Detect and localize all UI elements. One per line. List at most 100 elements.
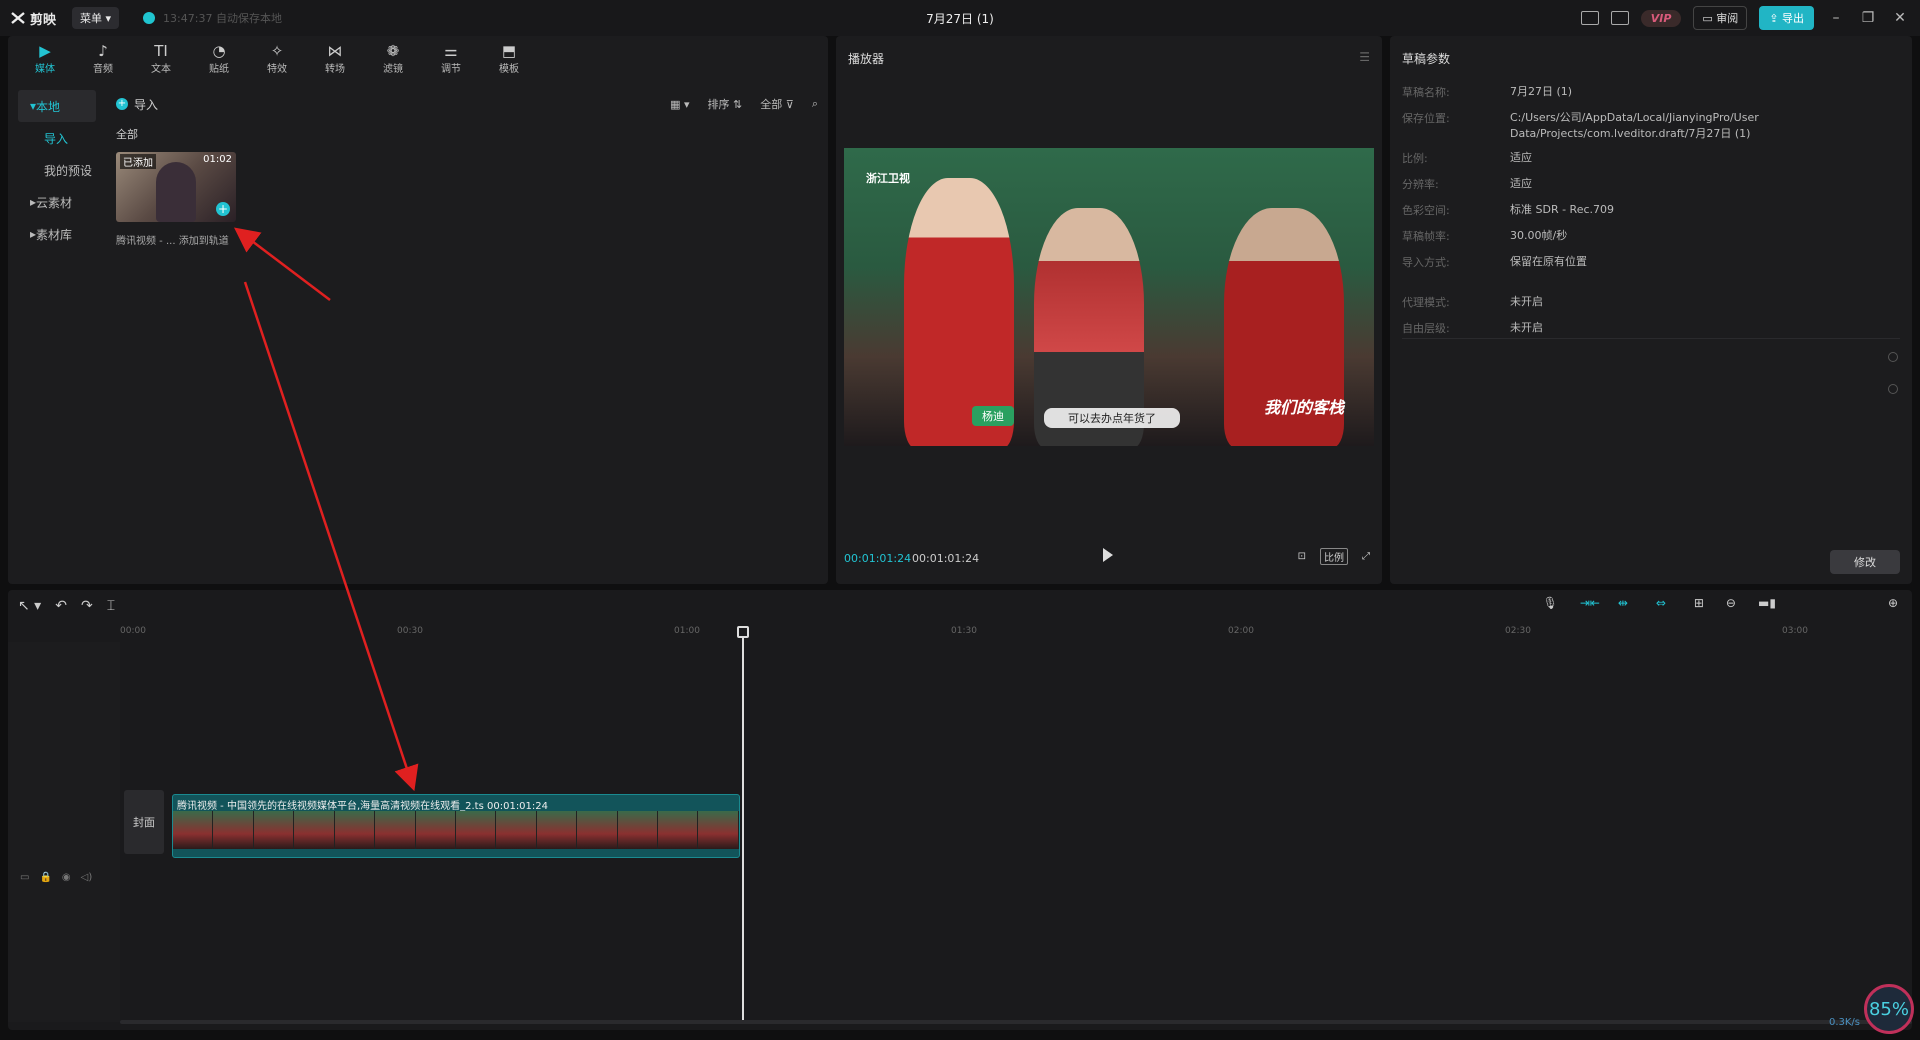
text-icon: TI <box>154 41 168 60</box>
shortcut-icon[interactable] <box>1580 11 1599 25</box>
adjust-icon: ⚌ <box>444 41 458 60</box>
channel-logo: 浙江卫视 <box>866 172 910 185</box>
undo-icon[interactable]: ↶ <box>55 598 67 614</box>
tool-tab-5[interactable]: ⋈ 转场 <box>308 42 362 75</box>
tool-tab-0[interactable]: ▶ 媒体 <box>18 42 72 75</box>
info-icon[interactable] <box>1888 384 1898 394</box>
sort-button[interactable]: 排序 ⇅ <box>708 96 743 112</box>
performance-widget: 85% <box>1864 984 1914 1034</box>
prop-value: C:/Users/公司/AppData/Local/JianyingPro/Us… <box>1510 111 1759 140</box>
review-button[interactable]: ▭ 审阅 <box>1693 6 1748 30</box>
menu-icon[interactable]: ☰ <box>1359 50 1370 64</box>
zoom-out-icon[interactable]: ⊖ <box>1726 596 1736 610</box>
prop-value: 30.00帧/秒 <box>1510 229 1568 242</box>
clip-frame <box>698 811 739 849</box>
restore-icon[interactable]: ❐ <box>1858 10 1878 26</box>
prop-value: 标准 SDR - Rec.709 <box>1510 203 1615 216</box>
playhead-handle[interactable] <box>737 626 749 638</box>
vip-badge[interactable]: VIP <box>1640 9 1682 27</box>
prop-value: 未开启 <box>1510 295 1543 308</box>
view-toggle-icon[interactable]: ▦ ▾ <box>670 98 689 111</box>
prop-label: 比例: <box>1402 152 1428 165</box>
nav-presets[interactable]: 我的预设 <box>18 154 96 186</box>
tool-tab-label: 音频 <box>93 63 113 75</box>
add-to-track-icon[interactable]: + <box>216 202 230 216</box>
prop-value: 适应 <box>1510 151 1532 164</box>
screenshot-icon[interactable]: ⊡ <box>1298 551 1306 562</box>
prop-row: 草稿名称: 7月27日 (1) <box>1402 84 1880 100</box>
prop-row: 代理模式: 未开启 <box>1402 294 1880 310</box>
media-content: + 导入 ▦ ▾ 排序 ⇅ 全部 ⊽ ⌕ 全部 已添加 01:02 + 腾讯视频… <box>116 90 818 247</box>
tool-tab-label: 模板 <box>499 63 519 75</box>
transition-icon: ⋈ <box>327 41 343 60</box>
tool-tab-8[interactable]: ⬒ 模板 <box>482 42 536 75</box>
select-cursor-icon[interactable]: ↖ ▾ <box>18 598 41 614</box>
track-thumbnail-icon[interactable]: ▭ <box>20 872 29 883</box>
lock-icon[interactable]: 🔒 <box>39 872 51 883</box>
preview-axis-icon[interactable]: ⇹ <box>1618 597 1634 609</box>
ruler-tick: 01:00 <box>674 626 700 636</box>
redo-icon[interactable]: ↷ <box>81 598 93 614</box>
time-ruler[interactable]: 00:00 00:30 01:00 01:30 02:00 02:30 03:00 <box>120 622 1912 642</box>
tool-tab-4[interactable]: ✧ 特效 <box>250 42 304 75</box>
nav-local[interactable]: ▾ 本地 <box>18 90 96 122</box>
play-icon[interactable] <box>1103 548 1113 562</box>
split-icon[interactable]: ⌶ <box>107 598 115 614</box>
microphone-icon[interactable]: 🎙 <box>1543 596 1558 610</box>
video-preview[interactable]: 浙江卫视 杨迪 可以去办点年货了 我们的客栈 <box>844 148 1374 446</box>
eye-icon[interactable]: ◉ <box>62 872 71 883</box>
thumbnail-person <box>156 162 196 222</box>
clip-frame <box>415 811 456 849</box>
audio-icon[interactable]: ◁) <box>81 872 93 883</box>
playhead[interactable] <box>737 626 749 1024</box>
modify-button[interactable]: 修改 <box>1830 550 1900 574</box>
fullscreen-icon[interactable]: ⤢ <box>1362 551 1370 562</box>
zoom-in-icon[interactable]: ⊕ <box>1888 596 1898 610</box>
timeline-scrollbar[interactable] <box>120 1020 1912 1024</box>
prop-label: 草稿帧率: <box>1402 230 1450 243</box>
tool-tab-label: 文本 <box>151 63 171 75</box>
tool-tab-1[interactable]: ♪ 音频 <box>76 42 130 75</box>
filter-icon: ❁ <box>386 41 400 60</box>
prop-row: 导入方式: 保留在原有位置 <box>1402 254 1880 270</box>
cover-button[interactable]: 封面 <box>124 790 164 854</box>
search-icon[interactable]: ⌕ <box>812 97 818 111</box>
clip-frame <box>213 811 254 849</box>
info-icon[interactable] <box>1888 352 1898 362</box>
prop-row: 保存位置: C:/Users/公司/AppData/Local/JianyingP… <box>1402 110 1880 142</box>
video-clip[interactable]: 腾讯视频 - 中国领先的在线视频媒体平台,海量高清视频在线观看_2.ts 00:… <box>172 794 740 858</box>
close-icon[interactable]: ✕ <box>1890 10 1910 26</box>
export-button[interactable]: ⇪ 导出 <box>1759 6 1814 30</box>
tool-tab-label: 调节 <box>441 63 461 75</box>
tool-tab-6[interactable]: ❁ 滤镜 <box>366 42 420 75</box>
layout-icon[interactable] <box>1610 11 1629 25</box>
effects-icon: ✧ <box>270 41 284 60</box>
tool-tab-7[interactable]: ⚌ 调节 <box>424 42 478 75</box>
ratio-button[interactable]: 比例 <box>1320 548 1348 565</box>
minimize-icon[interactable]: – <box>1826 10 1846 26</box>
media-icon: ▶ <box>39 41 51 60</box>
track-header: ▭ 🔒 ◉ ◁) <box>8 642 120 1022</box>
prop-label: 导入方式: <box>1402 256 1450 269</box>
clip-frame <box>294 811 335 849</box>
ruler-tick: 03:00 <box>1782 626 1808 636</box>
snap-icon[interactable]: ⇔ <box>1656 597 1672 609</box>
filter-button[interactable]: 全部 ⊽ <box>760 96 794 112</box>
prop-label: 自由层级: <box>1402 322 1450 335</box>
zoom-slider[interactable]: ▬▮ <box>1758 596 1776 610</box>
prop-row: 草稿帧率: 30.00帧/秒 <box>1402 228 1880 244</box>
menu-button[interactable]: 菜单 ▾ <box>72 7 120 29</box>
media-panel: ▶ 媒体 ♪ 音频 TI 文本 ◔ 贴纸 ✧ 特效 ⋈ 转场 ❁ 滤镜 ⚌ 调节 ⬒ 模板 ▾ 本地 导入 我的预… <box>8 36 828 584</box>
tool-tab-3[interactable]: ◔ 贴纸 <box>192 42 246 75</box>
all-filter-label: 全部 <box>116 128 138 141</box>
media-thumbnail[interactable]: 已添加 01:02 + <box>116 152 236 222</box>
added-badge: 已添加 <box>120 154 156 169</box>
import-button[interactable]: + 导入 <box>116 96 158 113</box>
tool-tab-2[interactable]: TI 文本 <box>134 42 188 75</box>
nav-cloud[interactable]: ▸ 云素材 <box>18 186 96 218</box>
align-icon[interactable]: ⊞ <box>1694 596 1704 610</box>
nav-import[interactable]: 导入 <box>18 122 96 154</box>
link-main-track-icon[interactable]: ⇥⇤ <box>1580 597 1600 609</box>
clip-frame <box>455 811 497 849</box>
nav-library[interactable]: ▸ 素材库 <box>18 218 96 250</box>
